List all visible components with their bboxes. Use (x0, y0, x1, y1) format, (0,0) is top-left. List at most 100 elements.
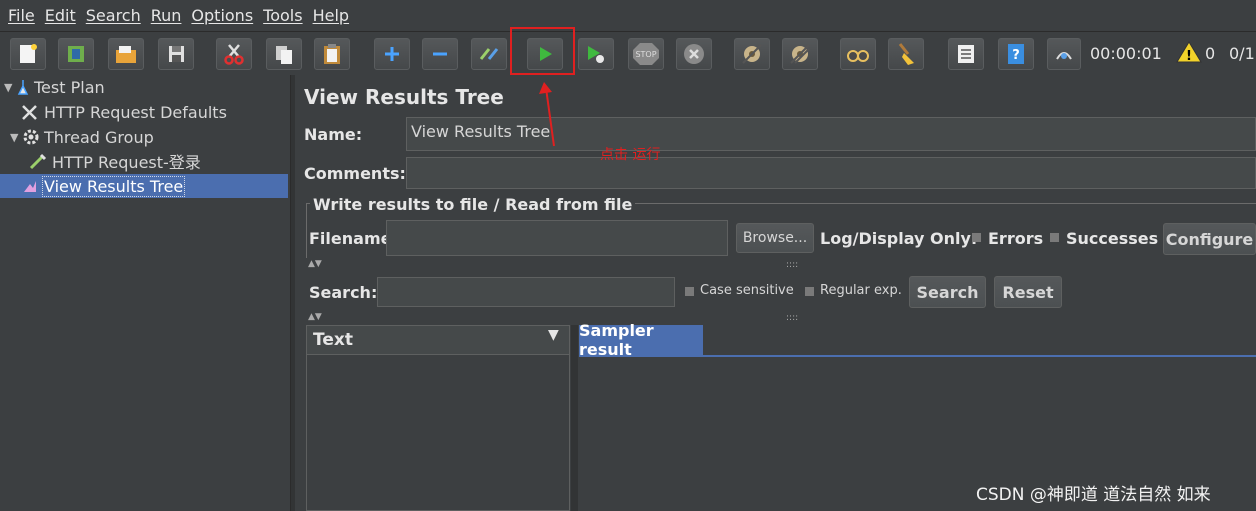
splitter-grip-icon[interactable]: :::: (786, 313, 798, 323)
templates-icon (68, 46, 84, 62)
filename-label: Filename (309, 229, 392, 248)
svg-text:STOP: STOP (635, 50, 656, 59)
paste-icon (324, 44, 340, 64)
reset-search-button[interactable] (888, 38, 924, 70)
log-display-only-label: Log/Display Only: (820, 229, 978, 248)
case-sensitive-checkbox[interactable] (685, 287, 694, 296)
test-plan-tree: ▼ Test Plan HTTP Request Defaults ▼ Thre… (0, 75, 291, 511)
collapse-handle-icon[interactable]: ▲▼ (308, 312, 322, 322)
expand-arrow-icon[interactable]: ▼ (10, 131, 22, 144)
new-button[interactable] (10, 38, 46, 70)
tree-item-thread-group[interactable]: ▼ Thread Group (10, 125, 154, 149)
view-results-tree-panel: View Results Tree Name: View Results Tre… (296, 75, 1256, 511)
cut-button[interactable] (216, 38, 252, 70)
regular-exp-checkbox[interactable] (805, 287, 814, 296)
log-viewer-button[interactable] (1047, 38, 1081, 70)
menu-run[interactable]: Run (149, 6, 184, 25)
comments-label: Comments: (304, 164, 406, 183)
save-icon (169, 46, 184, 62)
collapse-button[interactable] (422, 38, 458, 70)
configure-button[interactable]: Configure (1163, 223, 1256, 255)
function-helper-icon (958, 45, 974, 63)
menu-options[interactable]: Options (189, 6, 255, 25)
tree-item-view-results-tree[interactable]: View Results Tree (0, 174, 288, 198)
toggle-button[interactable] (471, 38, 507, 70)
pipette-icon (29, 153, 47, 170)
paste-button[interactable] (314, 38, 350, 70)
chart-icon (24, 181, 36, 192)
search-button[interactable] (840, 38, 876, 70)
tree-item-test-plan[interactable]: ▼ Test Plan (4, 75, 105, 99)
expand-arrow-icon[interactable]: ▼ (4, 81, 16, 94)
menu-file[interactable]: File (6, 6, 37, 25)
svg-text:?: ? (1012, 48, 1020, 63)
case-sensitive-label: Case sensitive (700, 283, 794, 298)
annotation-arrow (539, 82, 555, 147)
warning-icon[interactable]: ! (1176, 40, 1202, 64)
start-no-pause-button[interactable] (578, 38, 614, 70)
errors-label: Errors (988, 229, 1044, 248)
dropdown-arrow-icon[interactable]: ▼ (548, 327, 559, 343)
comments-field[interactable] (406, 157, 1256, 189)
splitter-grip-icon[interactable]: :::: (786, 260, 798, 270)
tree-item-http-request-login[interactable]: HTTP Request-登录 (28, 149, 201, 173)
search-field[interactable] (377, 277, 675, 307)
function-helper-button[interactable] (948, 38, 984, 70)
shutdown-button[interactable] (676, 38, 712, 70)
successes-label: Successes (1066, 229, 1159, 248)
elapsed-timer: 00:00:01 (1090, 44, 1162, 63)
collapse-handle-icon[interactable]: ▲▼ (308, 259, 322, 269)
panel-title: View Results Tree (304, 85, 504, 109)
active-threads-ratio: 0/1 (1229, 44, 1255, 63)
open-folder-icon (116, 46, 136, 63)
results-list[interactable] (306, 355, 570, 511)
menu-search[interactable]: Search (84, 6, 143, 25)
filename-field[interactable] (386, 220, 728, 256)
reset-button[interactable]: Reset (994, 276, 1062, 308)
results-splitter[interactable] (571, 325, 578, 511)
new-file-icon (20, 44, 37, 63)
errors-checkbox[interactable] (972, 233, 981, 242)
toggle-icon (479, 48, 499, 60)
warning-count: 0 (1205, 44, 1216, 63)
plus-icon (385, 47, 399, 61)
test-plan-icon (17, 80, 29, 95)
copy-icon (276, 46, 292, 64)
clear-all-button[interactable] (782, 38, 818, 70)
toolbar: STOP ? (0, 32, 1256, 74)
binoculars-icon (847, 50, 869, 62)
write-results-group-title: Write results to file / Read from file (310, 195, 636, 214)
regular-exp-label: Regular exp. (820, 283, 902, 298)
menu-edit[interactable]: Edit (43, 6, 78, 25)
menu-help[interactable]: Help (311, 6, 351, 25)
clear-button[interactable] (734, 38, 770, 70)
save-button[interactable] (158, 38, 194, 70)
search-label: Search: (309, 283, 378, 302)
help-button[interactable]: ? (998, 38, 1034, 70)
search-submit-button[interactable]: Search (909, 276, 986, 308)
expand-button[interactable] (374, 38, 410, 70)
name-label: Name: (304, 125, 363, 144)
log-viewer-icon (1056, 52, 1072, 60)
scissors-icon (224, 44, 244, 65)
shutdown-icon (684, 44, 704, 64)
successes-checkbox[interactable] (1050, 233, 1059, 242)
menu-tools[interactable]: Tools (261, 6, 304, 25)
watermark: CSDN @神即道 道法自然 如来 (976, 485, 1211, 505)
help-icon: ? (1008, 44, 1024, 64)
open-button[interactable] (108, 38, 144, 70)
broom-icon (898, 43, 914, 65)
templates-button[interactable] (58, 38, 94, 70)
clear-all-icon (790, 44, 810, 64)
copy-button[interactable] (266, 38, 302, 70)
tree-item-http-request-defaults[interactable]: HTTP Request Defaults (20, 100, 227, 124)
annotation-text: 点击 运行 (600, 147, 661, 163)
tab-sampler-result[interactable]: Sampler result (579, 321, 703, 359)
gear-icon (23, 129, 39, 145)
stop-button[interactable]: STOP (628, 38, 664, 70)
tree-splitter[interactable] (291, 75, 295, 511)
browse-button[interactable]: Browse... (736, 223, 814, 253)
minus-icon (433, 52, 447, 56)
renderer-select[interactable]: Text (306, 325, 570, 355)
menu-bar: File Edit Search Run Options Tools Help (0, 0, 1256, 32)
